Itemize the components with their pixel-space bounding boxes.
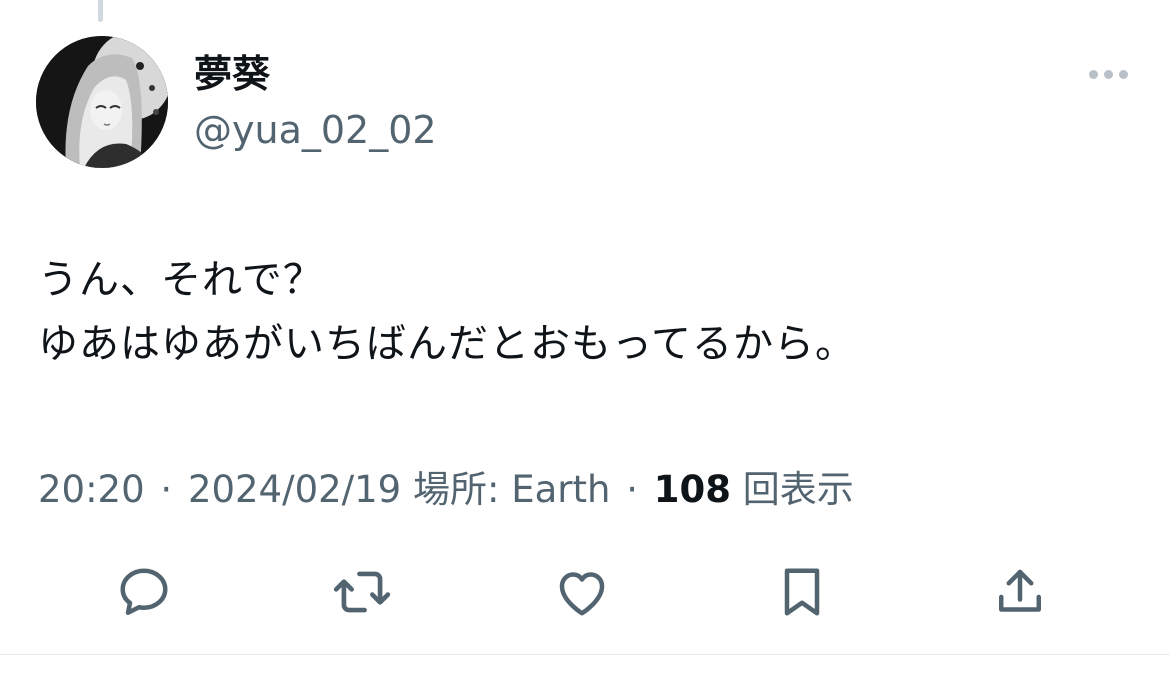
views-label: 回表示 [742,468,854,511]
share-icon [999,569,1041,612]
tweet-time[interactable]: 20:20 [38,468,145,511]
tweet-text-line: ゆあはゆあがいちばんだとおもってるから。 [38,321,856,367]
retweet-icon [333,571,391,613]
more-dots-icon [1118,69,1128,79]
tweet-location: 場所: Earth [412,468,611,511]
user-handle[interactable]: @yua_02_02 [194,106,437,154]
like-button[interactable] [550,560,614,624]
heart-icon [559,572,605,616]
bookmark-icon [784,568,820,616]
display-name[interactable]: 夢葵 [194,50,270,98]
meta-separator: · [160,468,173,511]
meta-separator: · [626,468,638,511]
more-options-button[interactable] [1080,58,1136,90]
share-button[interactable] [988,560,1052,624]
avatar[interactable] [36,36,168,168]
tweet-metadata: 20:20 · 2024/02/19 場所: Earth · 108 回表示 [38,466,854,514]
retweet-button[interactable] [330,560,394,624]
tweet-text-line: うん、それで？ [38,257,324,303]
reply-icon [120,568,168,615]
tweet-date[interactable]: 2024/02/19 [188,468,401,511]
avatar-image [36,36,168,168]
views-count: 108 [653,468,731,511]
reply-button[interactable] [112,560,176,624]
bookmark-button[interactable] [770,560,834,624]
bottom-divider [0,654,1170,655]
more-dots-icon [1103,69,1113,79]
tweet-text: うん、それで？ ゆあはゆあがいちばんだとおもってるから。 [38,248,856,376]
more-dots-icon [1088,69,1098,79]
thread-connector-line [98,0,103,22]
